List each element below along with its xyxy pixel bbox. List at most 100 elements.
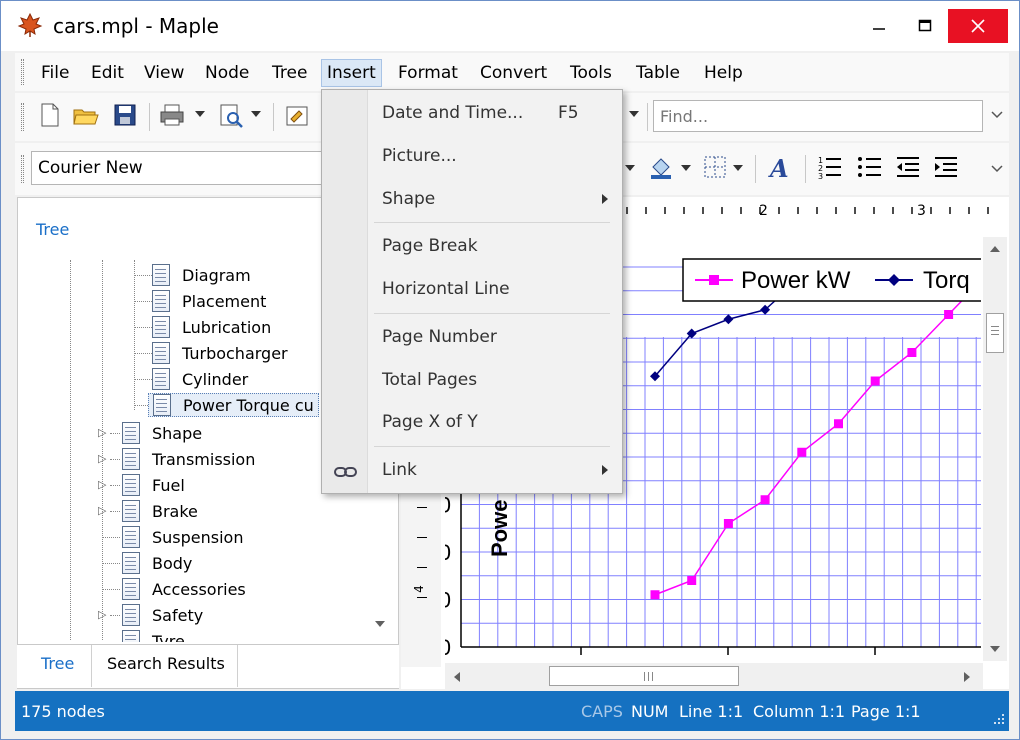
tree-node[interactable]: Transmission	[122, 447, 255, 471]
menu-item-page-break[interactable]: Page Break	[382, 236, 478, 256]
document-icon	[122, 526, 140, 548]
menu-table[interactable]: Table	[630, 59, 686, 87]
decrease-indent-icon[interactable]	[895, 155, 921, 179]
document-icon	[122, 474, 140, 496]
font-style-icon[interactable]: A	[767, 153, 795, 181]
find-dropdown-icon[interactable]	[991, 111, 1003, 119]
menu-edit[interactable]: Edit	[85, 59, 130, 87]
tab-tree[interactable]: Tree	[41, 654, 74, 673]
menu-tools[interactable]: Tools	[564, 59, 618, 87]
scroll-up-icon[interactable]	[989, 245, 1001, 253]
open-folder-icon[interactable]	[73, 103, 99, 127]
tree-node-label: Fuel	[152, 475, 185, 495]
tree-node-label: Accessories	[152, 579, 246, 599]
toolbar-grip[interactable]	[21, 103, 24, 131]
menu-insert[interactable]: Insert	[321, 59, 382, 87]
menu-view[interactable]: View	[138, 59, 190, 87]
document-icon	[153, 394, 171, 416]
hscroll-thumb[interactable]	[549, 666, 739, 686]
numbered-list-icon[interactable]: 123	[817, 155, 843, 179]
tree-node[interactable]: Shape	[122, 421, 202, 445]
menu-item-page-number[interactable]: Page Number	[382, 327, 497, 347]
tree-node[interactable]: Body	[122, 551, 192, 575]
format-grip[interactable]	[21, 155, 24, 183]
y-tick-label: 30	[445, 493, 451, 518]
minimize-button[interactable]	[856, 9, 902, 43]
menu-item-picture[interactable]: Picture...	[382, 146, 457, 166]
tree-node[interactable]: Cylinder	[152, 367, 248, 391]
ruler-mark-2: 2	[759, 203, 768, 219]
menu-help[interactable]: Help	[698, 59, 749, 87]
preview-dropdown-icon[interactable]	[251, 111, 261, 117]
tree-node-label: Placement	[182, 291, 267, 311]
tree-node[interactable]: Placement	[152, 289, 266, 313]
vruler-mark-4: 4	[411, 585, 426, 593]
menu-tree[interactable]: Tree	[266, 59, 313, 87]
submenu-arrow-icon	[602, 194, 608, 204]
vertical-scrollbar[interactable]	[983, 237, 1007, 661]
scroll-left-icon[interactable]	[453, 671, 461, 683]
menu-item-horizontal-line[interactable]: Horizontal Line	[382, 279, 510, 299]
tree-node[interactable]: Brake	[122, 499, 198, 523]
borders-dropdown-icon[interactable]	[733, 165, 743, 171]
vscroll-thumb[interactable]	[986, 313, 1004, 353]
print-preview-icon[interactable]	[219, 103, 245, 129]
resize-grip-icon[interactable]	[993, 713, 1005, 725]
borders-icon[interactable]	[703, 155, 727, 179]
expand-arrow-icon[interactable]: ▷	[98, 608, 106, 621]
save-icon[interactable]	[113, 103, 137, 127]
tree-node[interactable]: Turbocharger	[152, 341, 288, 365]
print-icon[interactable]	[159, 103, 187, 127]
menu-item-shape[interactable]: Shape	[382, 189, 435, 209]
tree-node[interactable]: Accessories	[122, 577, 246, 601]
properties-icon[interactable]	[285, 103, 311, 127]
tree-node-label: Body	[152, 553, 193, 573]
tree-node[interactable]: Safety	[122, 603, 203, 627]
menu-item-date-time[interactable]: Date and Time...	[382, 103, 523, 123]
fill-color-icon[interactable]	[649, 155, 675, 181]
menubar-grip[interactable]	[21, 59, 24, 85]
print-dropdown-icon[interactable]	[195, 111, 205, 117]
toolbar-separator	[755, 155, 756, 183]
scroll-down-icon[interactable]	[989, 645, 1001, 653]
minimize-icon	[873, 28, 885, 30]
tree-node-selected[interactable]: Power Torque cu	[148, 393, 319, 417]
close-button[interactable]	[948, 9, 1008, 43]
tree-node[interactable]: Diagram	[152, 263, 251, 287]
tree-branch	[102, 589, 120, 590]
expand-arrow-icon[interactable]: ▷	[98, 504, 106, 517]
new-document-icon[interactable]	[39, 103, 61, 127]
format-dropdown-icon[interactable]	[625, 165, 635, 171]
find-input[interactable]: Find...	[653, 100, 983, 132]
expand-arrow-icon[interactable]: ▷	[98, 478, 106, 491]
tab-search-results[interactable]: Search Results	[107, 654, 225, 673]
y-tick-label: 10	[445, 588, 451, 613]
expand-arrow-icon[interactable]: ▷	[98, 426, 106, 439]
menu-item-total-pages[interactable]: Total Pages	[382, 370, 477, 390]
fill-dropdown-icon[interactable]	[681, 165, 691, 171]
tree-node[interactable]: Tyre	[122, 629, 185, 642]
tree-node[interactable]: Lubrication	[152, 315, 271, 339]
bullet-list-icon[interactable]	[857, 155, 883, 179]
maximize-button[interactable]	[902, 9, 948, 43]
horizontal-scrollbar[interactable]	[445, 663, 983, 689]
font-family-select[interactable]: Courier New	[31, 151, 331, 185]
menu-format[interactable]: Format	[392, 59, 464, 87]
menu-file[interactable]: File	[35, 59, 75, 87]
format-overflow-icon[interactable]	[991, 165, 1003, 173]
menu-item-link[interactable]: Link	[382, 460, 417, 480]
menu-item-page-x-of-y[interactable]: Page X of Y	[382, 412, 478, 432]
data-point	[650, 590, 660, 600]
tree-scroll-down-icon[interactable]	[374, 620, 386, 628]
toolbar-separator	[149, 103, 150, 131]
tree-node[interactable]: Suspension	[122, 525, 243, 549]
expand-arrow-icon[interactable]: ▷	[98, 452, 106, 465]
scroll-right-icon[interactable]	[963, 671, 971, 683]
tree-node[interactable]: Fuel	[122, 473, 185, 497]
menu-convert[interactable]: Convert	[474, 59, 553, 87]
tree-branch	[110, 615, 120, 616]
y-tick-label: 0	[445, 635, 451, 660]
increase-indent-icon[interactable]	[933, 155, 959, 179]
menu-node[interactable]: Node	[199, 59, 255, 87]
toolbar-dropdown-icon[interactable]	[629, 111, 639, 117]
